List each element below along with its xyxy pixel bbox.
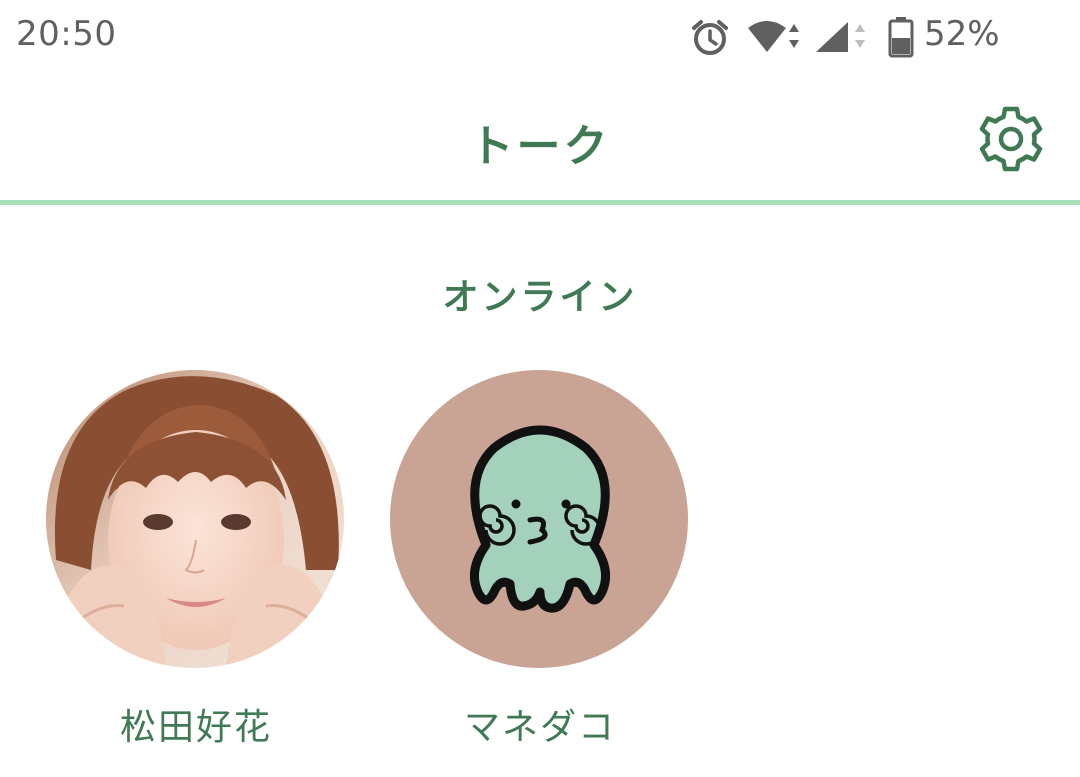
app-header: トーク <box>0 76 1080 203</box>
status-time: 20:50 <box>16 14 117 54</box>
online-section-title: オンライン <box>442 277 638 318</box>
alarm-icon <box>692 20 728 55</box>
user-name: マネダコ <box>463 707 616 748</box>
header-divider <box>0 200 1080 205</box>
online-user[interactable]: マネダコ <box>390 370 690 748</box>
gear-icon <box>979 106 1043 172</box>
avatar[interactable] <box>46 370 344 668</box>
online-user[interactable]: 松田好花 <box>46 370 346 748</box>
avatar[interactable] <box>390 370 688 668</box>
cell-signal-icon <box>816 22 865 52</box>
wifi-icon <box>748 21 799 52</box>
battery-percent: 52% <box>924 14 1000 54</box>
battery-icon <box>888 17 914 58</box>
settings-button[interactable] <box>974 102 1048 176</box>
user-name: 松田好花 <box>119 707 272 748</box>
status-bar: 20:50 52% <box>0 0 1080 76</box>
octopus-icon <box>469 425 611 613</box>
page-title: トーク <box>469 121 611 172</box>
